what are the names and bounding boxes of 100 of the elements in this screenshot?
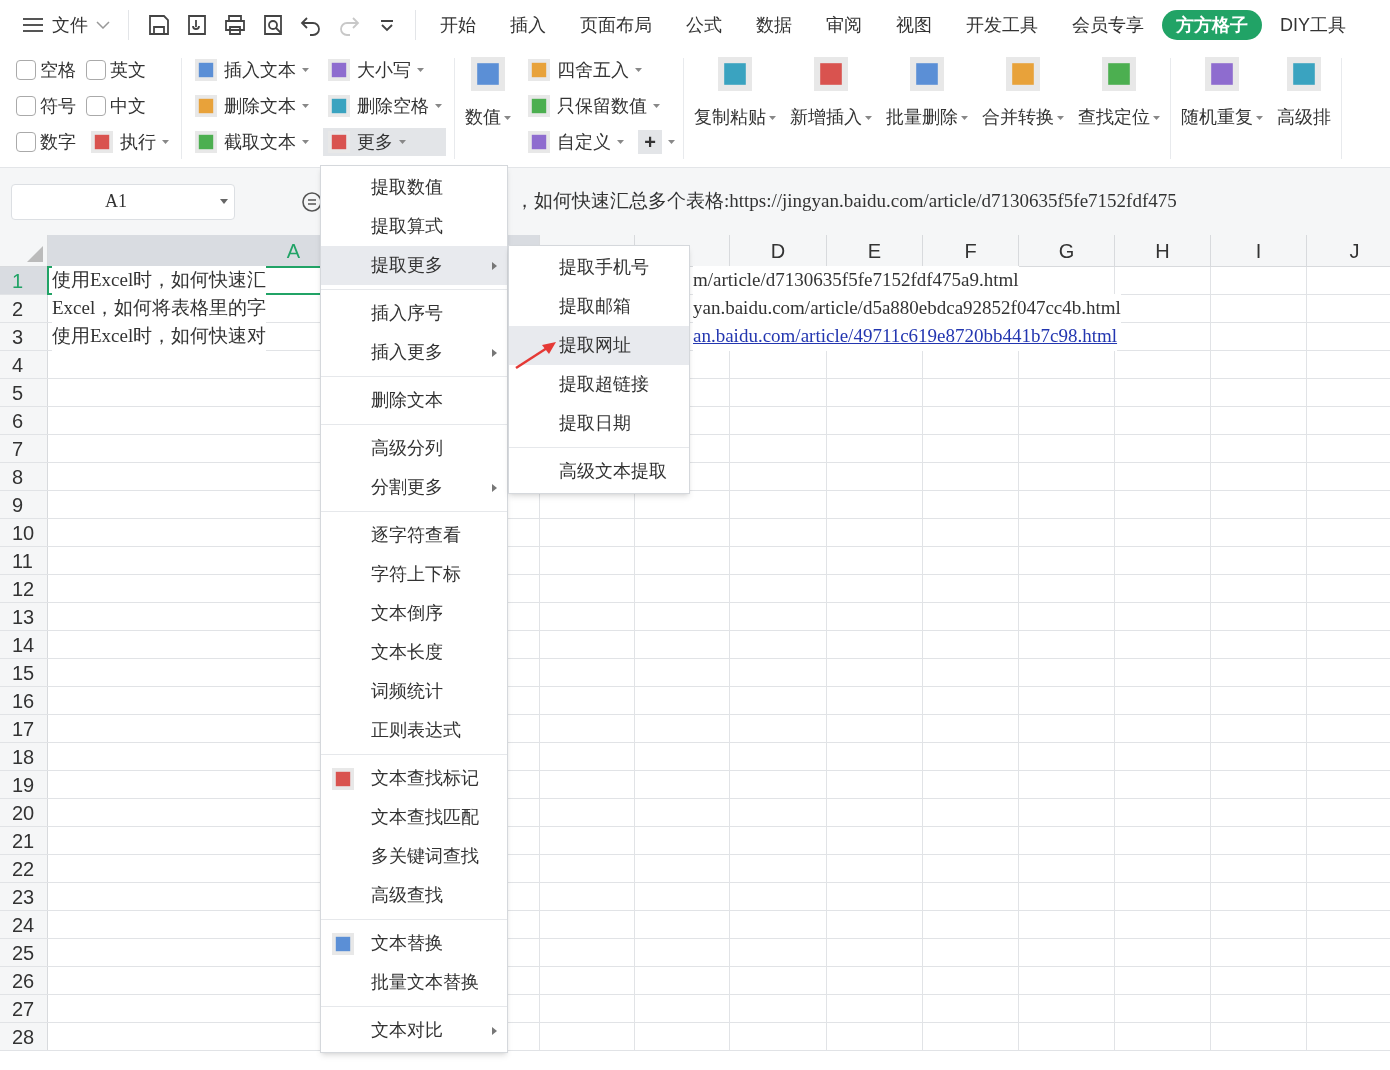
menu-item[interactable]: 文本长度: [321, 633, 507, 672]
checkbox[interactable]: 空格: [16, 56, 76, 84]
ribbon-tab[interactable]: 会员专享: [1056, 10, 1160, 40]
menu-item[interactable]: 字符上下标: [321, 555, 507, 594]
ribbon-tab[interactable]: 视图: [880, 10, 948, 40]
menu-item[interactable]: 文本查找匹配: [321, 798, 507, 837]
hyperlink[interactable]: an.baidu.com/article/49711c619e8720bb441b7c98.html: [693, 322, 1118, 351]
add-button[interactable]: +: [638, 130, 662, 154]
column-header[interactable]: I: [1255, 235, 1262, 266]
menu-item[interactable]: 插入更多: [321, 333, 507, 372]
ribbon-button[interactable]: 高级排: [1275, 56, 1333, 131]
row-header[interactable]: 21: [0, 827, 48, 854]
ribbon-tab[interactable]: 开始: [424, 10, 492, 40]
ribbon-button[interactable]: 随机重复: [1179, 56, 1265, 131]
ribbon-button[interactable]: 复制粘贴: [692, 56, 778, 131]
formula-icon[interactable]: [301, 190, 323, 213]
checkbox[interactable]: 英文: [86, 56, 173, 84]
row-header[interactable]: 12: [0, 575, 48, 602]
row-header[interactable]: 22: [0, 855, 48, 882]
row-header[interactable]: 11: [0, 547, 48, 574]
ribbon-button[interactable]: 删除文本: [190, 92, 313, 120]
ribbon-tab[interactable]: 数据: [740, 10, 808, 40]
ribbon-button[interactable]: 新增插入: [788, 56, 874, 131]
row-header[interactable]: 5: [0, 379, 48, 406]
row-header[interactable]: 23: [0, 883, 48, 910]
row-header[interactable]: 7: [0, 435, 48, 462]
ribbon-tab[interactable]: 开发工具: [950, 10, 1054, 40]
ribbon-button[interactable]: 大小写: [323, 56, 446, 84]
menu-item[interactable]: 分割更多: [321, 468, 507, 507]
menu-item[interactable]: 高级分列: [321, 429, 507, 468]
ribbon-button[interactable]: 插入文本: [190, 56, 313, 84]
row-header[interactable]: 20: [0, 799, 48, 826]
file-menu-button[interactable]: 文件: [20, 7, 112, 43]
menu-item[interactable]: 插入序号: [321, 294, 507, 333]
row-header[interactable]: 26: [0, 967, 48, 994]
ribbon-button[interactable]: 四舍五入: [523, 56, 675, 84]
menu-item[interactable]: 高级文本提取: [509, 452, 689, 491]
row-header[interactable]: 17: [0, 715, 48, 742]
ribbon-button[interactable]: 更多: [323, 128, 446, 156]
row-header[interactable]: 3: [0, 323, 48, 350]
menu-item[interactable]: 高级查找: [321, 876, 507, 915]
ribbon-button[interactable]: 只保留数值: [523, 92, 675, 120]
menu-item[interactable]: 文本替换: [321, 924, 507, 963]
row-header[interactable]: 4: [0, 351, 48, 378]
menu-item[interactable]: 正则表达式: [321, 711, 507, 750]
menu-item[interactable]: 文本查找标记: [321, 759, 507, 798]
name-box[interactable]: A1: [11, 183, 235, 220]
row-header[interactable]: 10: [0, 519, 48, 546]
ribbon-button[interactable]: 批量删除: [884, 56, 970, 131]
row-header[interactable]: 13: [0, 603, 48, 630]
column-header[interactable]: G: [1058, 235, 1075, 266]
column-header[interactable]: J: [1349, 235, 1360, 266]
row-header[interactable]: 18: [0, 743, 48, 770]
row-header[interactable]: 6: [0, 407, 48, 434]
menu-item[interactable]: 逐字符查看: [321, 516, 507, 555]
ribbon-button[interactable]: 执行: [86, 128, 173, 156]
column-header[interactable]: H: [1155, 235, 1170, 266]
row-header[interactable]: 28: [0, 1023, 48, 1050]
row-header[interactable]: 24: [0, 911, 48, 938]
ribbon-tab[interactable]: 审阅: [810, 10, 878, 40]
ribbon-button[interactable]: 查找定位: [1076, 56, 1162, 131]
ribbon-tab[interactable]: DIY工具: [1264, 10, 1362, 40]
print-preview-icon[interactable]: [261, 13, 285, 37]
menu-item[interactable]: 词频统计: [321, 672, 507, 711]
menu-item[interactable]: 提取超链接: [509, 365, 689, 404]
column-header[interactable]: E: [867, 235, 882, 266]
menu-item[interactable]: 提取日期: [509, 404, 689, 443]
menu-item[interactable]: 提取邮箱: [509, 287, 689, 326]
menu-item[interactable]: 删除文本: [321, 381, 507, 420]
row-header[interactable]: 14: [0, 631, 48, 658]
menu-item[interactable]: 文本对比: [321, 1011, 507, 1050]
row-header[interactable]: 19: [0, 771, 48, 798]
formula-content[interactable]: ，如何快速汇总多个表格:https://jingyan.baidu.com/article/d7130635f5fe7152fdf475: [515, 187, 1177, 216]
ribbon-tab[interactable]: 公式: [670, 10, 738, 40]
menu-item[interactable]: 提取网址: [509, 326, 689, 365]
menu-item[interactable]: 多关键词查找: [321, 837, 507, 876]
print-icon[interactable]: [223, 13, 247, 37]
row-header[interactable]: 15: [0, 659, 48, 686]
row-header[interactable]: 25: [0, 939, 48, 966]
ribbon-tab[interactable]: 页面布局: [564, 10, 668, 40]
column-header[interactable]: D: [770, 235, 786, 266]
row-header[interactable]: 27: [0, 995, 48, 1022]
ribbon-button[interactable]: 截取文本: [190, 128, 313, 156]
row-header[interactable]: 16: [0, 687, 48, 714]
save-icon[interactable]: [147, 13, 171, 37]
checkbox[interactable]: 数字: [16, 128, 76, 156]
ribbon-button[interactable]: 合并转换: [980, 56, 1066, 131]
ribbon-tab[interactable]: 插入: [494, 10, 562, 40]
menu-item[interactable]: 提取算式: [321, 207, 507, 246]
ribbon-button[interactable]: 自定义: [523, 128, 628, 156]
menu-item[interactable]: 提取更多: [321, 246, 507, 285]
row-header[interactable]: 9: [0, 491, 48, 518]
menu-item[interactable]: 文本倒序: [321, 594, 507, 633]
row-header[interactable]: 2: [0, 295, 48, 322]
ribbon-button[interactable]: 删除空格: [323, 92, 446, 120]
ribbon-button[interactable]: 数值: [463, 56, 513, 131]
checkbox[interactable]: 符号: [16, 92, 76, 120]
checkbox[interactable]: 中文: [86, 92, 173, 120]
menu-item[interactable]: 提取数值: [321, 168, 507, 207]
row-header[interactable]: 8: [0, 463, 48, 490]
